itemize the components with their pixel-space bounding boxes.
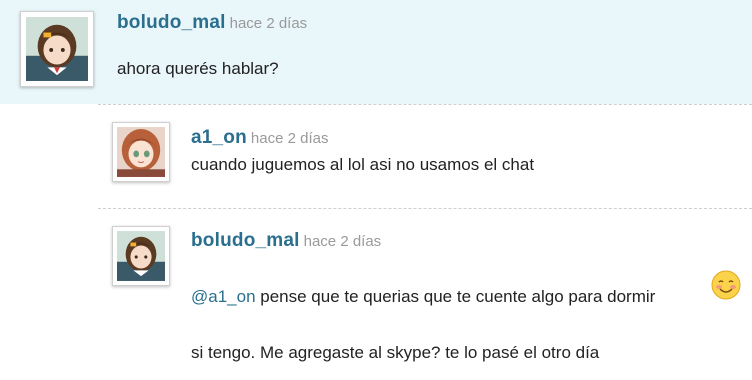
comment-text: si tengo. Me agregaste al skype? te lo p…	[191, 343, 600, 362]
username-link[interactable]: a1_on	[191, 127, 247, 148]
user-mention-link[interactable]: @a1_on	[191, 287, 256, 306]
smiling-blush-emoji	[711, 270, 741, 300]
comment-timestamp: hace 2 días	[303, 233, 382, 250]
avatar-image	[117, 127, 165, 177]
comment-text: @a1_on pense que te querias que te cuent…	[191, 287, 655, 307]
comment-item: boludo_mal hace 2 días ahora querés habla…	[0, 0, 752, 104]
user-avatar[interactable]	[20, 11, 94, 87]
username-link[interactable]: boludo_mal	[191, 230, 300, 251]
comment-text: cuando juguemos al lol asi no usamos el …	[191, 155, 535, 174]
comment-item: boludo_mal hace 2 días @a1_on pense que t…	[0, 208, 752, 380]
comment-item: a1_on hace 2 días cuando juguemos al lol …	[0, 104, 752, 208]
username-link[interactable]: boludo_mal	[117, 12, 226, 33]
comment-text-body: pense que te querias que te cuente algo …	[255, 287, 656, 306]
comment-timestamp: hace 2 días	[250, 130, 329, 147]
user-avatar[interactable]	[112, 226, 170, 286]
comment-timestamp: hace 2 días	[229, 15, 308, 32]
comment-text: ahora querés hablar?	[117, 59, 279, 78]
avatar-image	[117, 231, 165, 281]
user-avatar[interactable]	[112, 122, 170, 182]
avatar-image	[26, 17, 88, 81]
